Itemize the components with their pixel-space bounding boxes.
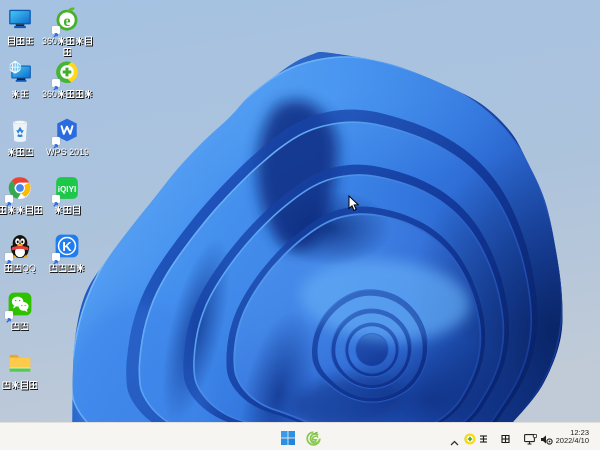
svg-text:360: 360: [42, 89, 57, 99]
svg-text:QQ: QQ: [22, 263, 36, 273]
svg-text:K: K: [62, 239, 72, 254]
svg-text:e: e: [63, 12, 70, 30]
svg-text:WPS 2019: WPS 2019: [46, 147, 89, 157]
svg-text:iQIYI: iQIYI: [58, 185, 76, 194]
svg-text:360: 360: [42, 36, 57, 46]
